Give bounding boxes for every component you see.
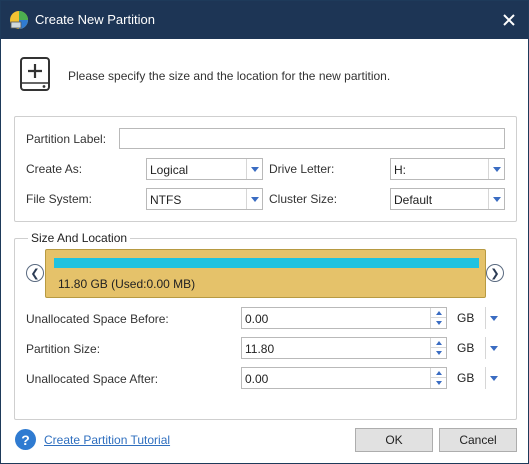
unallocated-before-unit-select[interactable]: GB: [453, 307, 501, 329]
increment-icon[interactable]: [431, 338, 446, 348]
unallocated-after-value[interactable]: 0.00: [245, 372, 268, 386]
partition-size-unit-select[interactable]: GB: [453, 337, 501, 359]
close-button[interactable]: [496, 7, 522, 33]
title-bar[interactable]: Create New Partition: [1, 1, 528, 39]
partition-usage-bar[interactable]: [54, 258, 479, 268]
chevron-down-icon[interactable]: [246, 189, 262, 209]
move-right-button[interactable]: ❯: [486, 264, 504, 282]
help-icon[interactable]: ?: [15, 429, 36, 450]
ok-button[interactable]: OK: [355, 428, 433, 452]
unallocated-after-stepper[interactable]: 0.00: [241, 367, 447, 389]
decrement-icon[interactable]: [431, 348, 446, 358]
decrement-icon[interactable]: [431, 378, 446, 388]
partition-label-label: Partition Label:: [26, 132, 107, 146]
partition-wizard-icon: [10, 11, 28, 29]
drive-letter-select[interactable]: H:: [390, 158, 505, 180]
unallocated-before-unit: GB: [457, 311, 475, 325]
close-icon: [503, 14, 515, 26]
partition-size-stepper[interactable]: 11.80: [241, 337, 447, 359]
increment-icon[interactable]: [431, 308, 446, 318]
header-instructions: Please specify the size and the location…: [68, 69, 391, 83]
partition-size-unit: GB: [457, 341, 475, 355]
partition-map-block[interactable]: 11.80 GB (Used:0.00 MB): [45, 249, 486, 298]
unallocated-before-stepper[interactable]: 0.00: [241, 307, 447, 329]
create-as-label: Create As:: [26, 162, 83, 176]
chevron-down-icon[interactable]: [485, 367, 501, 389]
drive-letter-label: Drive Letter:: [269, 162, 335, 176]
cluster-size-label: Cluster Size:: [269, 192, 338, 206]
create-as-value: Logical: [150, 163, 189, 177]
partition-label-input[interactable]: [119, 128, 505, 149]
window-title: Create New Partition: [35, 12, 155, 27]
cluster-size-select[interactable]: Default: [390, 188, 505, 210]
chevron-down-icon[interactable]: [488, 159, 504, 179]
unallocated-before-value[interactable]: 0.00: [245, 312, 268, 326]
drive-letter-value: H:: [394, 163, 406, 177]
chevron-right-icon: ❯: [490, 267, 500, 280]
file-system-value: NTFS: [150, 193, 182, 207]
partition-size-info: 11.80 GB (Used:0.00 MB): [58, 277, 196, 291]
create-as-select[interactable]: Logical: [146, 158, 263, 180]
increment-icon[interactable]: [431, 368, 446, 378]
create-partition-tutorial-link[interactable]: Create Partition Tutorial: [44, 433, 170, 447]
size-location-legend: Size And Location: [28, 231, 131, 245]
chevron-down-icon[interactable]: [485, 307, 501, 329]
file-system-select[interactable]: NTFS: [146, 188, 263, 210]
unallocated-after-unit-select[interactable]: GB: [453, 367, 501, 389]
unallocated-after-label: Unallocated Space After:: [26, 372, 159, 386]
decrement-icon[interactable]: [431, 318, 446, 328]
chevron-down-icon[interactable]: [485, 337, 501, 359]
chevron-down-icon[interactable]: [488, 189, 504, 209]
create-partition-dialog: Create New Partition Please specify the …: [0, 0, 529, 464]
add-disk-icon: [20, 57, 50, 91]
partition-size-label: Partition Size:: [26, 342, 101, 356]
cancel-button[interactable]: Cancel: [439, 428, 517, 452]
unallocated-before-label: Unallocated Space Before:: [26, 312, 169, 326]
cluster-size-value: Default: [394, 193, 433, 207]
move-left-button[interactable]: ❮: [26, 264, 44, 282]
unallocated-after-unit: GB: [457, 371, 475, 385]
chevron-left-icon: ❮: [30, 267, 40, 280]
file-system-label: File System:: [26, 192, 93, 206]
chevron-down-icon[interactable]: [246, 159, 262, 179]
partition-size-value[interactable]: 11.80: [245, 342, 274, 356]
